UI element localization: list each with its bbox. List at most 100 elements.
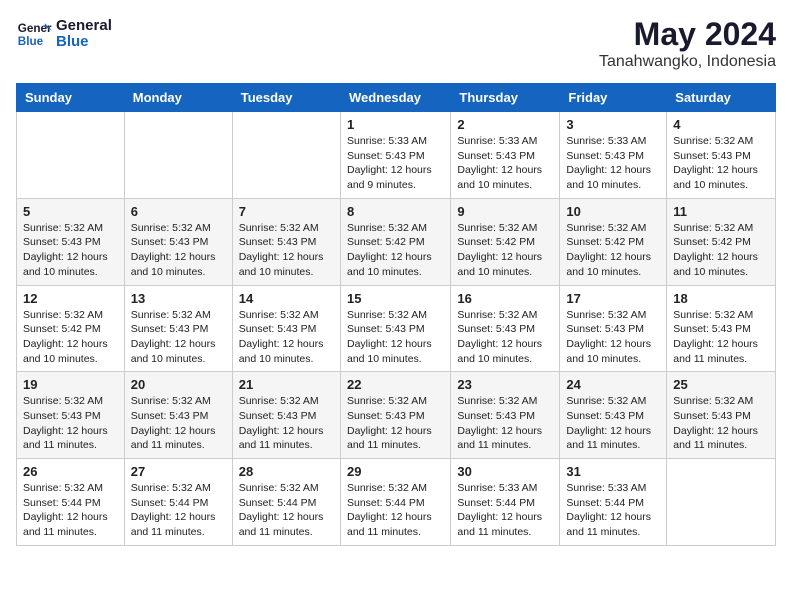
day-number: 11 — [673, 204, 769, 219]
calendar-cell-w3-d5: 16Sunrise: 5:32 AMSunset: 5:43 PMDayligh… — [451, 285, 560, 372]
day-info: Sunrise: 5:32 AMSunset: 5:42 PMDaylight:… — [347, 221, 444, 280]
title-area: May 2024 Tanahwangko, Indonesia — [599, 16, 776, 71]
day-number: 6 — [131, 204, 226, 219]
calendar-cell-w5-d7 — [667, 459, 776, 546]
week-row-5: 26 Sunrise: 5:32 AMSunset: 5:44 PMDayligh… — [17, 459, 776, 546]
day-number: 29 — [347, 464, 444, 479]
logo: General Blue General Blue — [16, 16, 112, 52]
header-monday: Monday — [124, 84, 232, 112]
day-number: 23 — [457, 377, 553, 392]
week-row-4: 19 Sunrise: 5:32 AMSunset: 5:43 PMDayligh… — [17, 372, 776, 459]
day-number: 26 — [23, 464, 118, 479]
day-number: 22 — [347, 377, 444, 392]
calendar-cell-w5-d2: 27 Sunrise: 5:32 AMSunset: 5:44 PMDayligh… — [124, 459, 232, 546]
day-info: Sunrise: 5:32 AMSunset: 5:43 PMDaylight:… — [23, 221, 118, 280]
calendar-cell-w4-d4: 22 Sunrise: 5:32 AMSunset: 5:43 PMDayligh… — [340, 372, 450, 459]
day-number: 20 — [131, 377, 226, 392]
header-wednesday: Wednesday — [340, 84, 450, 112]
calendar-cell-w1-d4: 1Sunrise: 5:33 AMSunset: 5:43 PMDaylight… — [340, 112, 450, 199]
month-title: May 2024 — [599, 16, 776, 53]
day-number: 5 — [23, 204, 118, 219]
day-info: Sunrise: 5:32 AMSunset: 5:43 PMDaylight:… — [239, 394, 334, 453]
calendar-cell-w2-d3: 7 Sunrise: 5:32 AMSunset: 5:43 PMDaylight… — [232, 198, 340, 285]
header-friday: Friday — [560, 84, 667, 112]
day-info: Sunrise: 5:33 AMSunset: 5:44 PMDaylight:… — [566, 481, 660, 540]
day-info: Sunrise: 5:32 AMSunset: 5:43 PMDaylight:… — [347, 308, 444, 367]
day-info: Sunrise: 5:32 AMSunset: 5:43 PMDaylight:… — [566, 308, 660, 367]
calendar-cell-w3-d1: 12 Sunrise: 5:32 AMSunset: 5:42 PMDayligh… — [17, 285, 125, 372]
calendar-table: Sunday Monday Tuesday Wednesday Thursday… — [16, 83, 776, 546]
day-info: Sunrise: 5:32 AMSunset: 5:42 PMDaylight:… — [23, 308, 118, 367]
calendar-cell-w1-d1 — [17, 112, 125, 199]
calendar-cell-w2-d7: 11 Sunrise: 5:32 AMSunset: 5:42 PMDayligh… — [667, 198, 776, 285]
day-info: Sunrise: 5:32 AMSunset: 5:43 PMDaylight:… — [23, 394, 118, 453]
calendar-cell-w1-d7: 4Sunrise: 5:32 AMSunset: 5:43 PMDaylight… — [667, 112, 776, 199]
day-number: 31 — [566, 464, 660, 479]
calendar-cell-w1-d6: 3Sunrise: 5:33 AMSunset: 5:43 PMDaylight… — [560, 112, 667, 199]
day-info: Sunrise: 5:32 AMSunset: 5:42 PMDaylight:… — [566, 221, 660, 280]
day-info: Sunrise: 5:32 AMSunset: 5:43 PMDaylight:… — [347, 394, 444, 453]
calendar-cell-w3-d3: 14Sunrise: 5:32 AMSunset: 5:43 PMDayligh… — [232, 285, 340, 372]
weekday-header-row: Sunday Monday Tuesday Wednesday Thursday… — [17, 84, 776, 112]
calendar-cell-w3-d7: 18 Sunrise: 5:32 AMSunset: 5:43 PMDayligh… — [667, 285, 776, 372]
day-info: Sunrise: 5:32 AMSunset: 5:43 PMDaylight:… — [131, 221, 226, 280]
header-tuesday: Tuesday — [232, 84, 340, 112]
day-info: Sunrise: 5:32 AMSunset: 5:44 PMDaylight:… — [131, 481, 226, 540]
day-info: Sunrise: 5:32 AMSunset: 5:43 PMDaylight:… — [131, 308, 226, 367]
day-number: 9 — [457, 204, 553, 219]
calendar-cell-w3-d6: 17 Sunrise: 5:32 AMSunset: 5:43 PMDayligh… — [560, 285, 667, 372]
svg-text:General: General — [18, 22, 52, 35]
day-info: Sunrise: 5:32 AMSunset: 5:44 PMDaylight:… — [23, 481, 118, 540]
day-number: 27 — [131, 464, 226, 479]
calendar-cell-w1-d5: 2 Sunrise: 5:33 AMSunset: 5:43 PMDaylight… — [451, 112, 560, 199]
calendar-cell-w5-d5: 30Sunrise: 5:33 AMSunset: 5:44 PMDayligh… — [451, 459, 560, 546]
calendar-cell-w4-d3: 21 Sunrise: 5:32 AMSunset: 5:43 PMDayligh… — [232, 372, 340, 459]
logo-icon: General Blue — [16, 16, 52, 52]
location-title: Tanahwangko, Indonesia — [599, 53, 776, 71]
day-number: 21 — [239, 377, 334, 392]
calendar-cell-w2-d6: 10Sunrise: 5:32 AMSunset: 5:42 PMDayligh… — [560, 198, 667, 285]
day-number: 28 — [239, 464, 334, 479]
week-row-1: 1Sunrise: 5:33 AMSunset: 5:43 PMDaylight… — [17, 112, 776, 199]
calendar-cell-w4-d1: 19 Sunrise: 5:32 AMSunset: 5:43 PMDayligh… — [17, 372, 125, 459]
calendar-cell-w4-d6: 24Sunrise: 5:32 AMSunset: 5:43 PMDayligh… — [560, 372, 667, 459]
day-number: 7 — [239, 204, 334, 219]
calendar-cell-w5-d4: 29 Sunrise: 5:32 AMSunset: 5:44 PMDayligh… — [340, 459, 450, 546]
day-info: Sunrise: 5:32 AMSunset: 5:43 PMDaylight:… — [673, 308, 769, 367]
day-number: 2 — [457, 117, 553, 132]
day-info: Sunrise: 5:33 AMSunset: 5:43 PMDaylight:… — [566, 134, 660, 193]
calendar-cell-w4-d7: 25 Sunrise: 5:32 AMSunset: 5:43 PMDayligh… — [667, 372, 776, 459]
week-row-2: 5 Sunrise: 5:32 AMSunset: 5:43 PMDaylight… — [17, 198, 776, 285]
calendar-cell-w5-d6: 31 Sunrise: 5:33 AMSunset: 5:44 PMDayligh… — [560, 459, 667, 546]
day-info: Sunrise: 5:32 AMSunset: 5:42 PMDaylight:… — [673, 221, 769, 280]
day-info: Sunrise: 5:32 AMSunset: 5:43 PMDaylight:… — [131, 394, 226, 453]
day-info: Sunrise: 5:33 AMSunset: 5:43 PMDaylight:… — [457, 134, 553, 193]
day-info: Sunrise: 5:33 AMSunset: 5:43 PMDaylight:… — [347, 134, 444, 193]
day-number: 19 — [23, 377, 118, 392]
calendar-cell-w2-d5: 9 Sunrise: 5:32 AMSunset: 5:42 PMDaylight… — [451, 198, 560, 285]
calendar-cell-w1-d2 — [124, 112, 232, 199]
day-number: 15 — [347, 291, 444, 306]
day-number: 17 — [566, 291, 660, 306]
day-info: Sunrise: 5:32 AMSunset: 5:43 PMDaylight:… — [673, 394, 769, 453]
calendar-cell-w4-d2: 20 Sunrise: 5:32 AMSunset: 5:43 PMDayligh… — [124, 372, 232, 459]
header-thursday: Thursday — [451, 84, 560, 112]
calendar-cell-w4-d5: 23Sunrise: 5:32 AMSunset: 5:43 PMDayligh… — [451, 372, 560, 459]
calendar-cell-w2-d1: 5 Sunrise: 5:32 AMSunset: 5:43 PMDaylight… — [17, 198, 125, 285]
week-row-3: 12 Sunrise: 5:32 AMSunset: 5:42 PMDayligh… — [17, 285, 776, 372]
calendar-cell-w3-d4: 15 Sunrise: 5:32 AMSunset: 5:43 PMDayligh… — [340, 285, 450, 372]
calendar-cell-w5-d1: 26 Sunrise: 5:32 AMSunset: 5:44 PMDayligh… — [17, 459, 125, 546]
day-number: 18 — [673, 291, 769, 306]
day-number: 24 — [566, 377, 660, 392]
calendar-cell-w2-d2: 6 Sunrise: 5:32 AMSunset: 5:43 PMDaylight… — [124, 198, 232, 285]
svg-text:Blue: Blue — [18, 35, 44, 48]
header-saturday: Saturday — [667, 84, 776, 112]
day-number: 12 — [23, 291, 118, 306]
day-info: Sunrise: 5:32 AMSunset: 5:43 PMDaylight:… — [673, 134, 769, 193]
day-info: Sunrise: 5:32 AMSunset: 5:42 PMDaylight:… — [457, 221, 553, 280]
day-info: Sunrise: 5:32 AMSunset: 5:43 PMDaylight:… — [239, 221, 334, 280]
day-info: Sunrise: 5:32 AMSunset: 5:43 PMDaylight:… — [239, 308, 334, 367]
calendar-cell-w1-d3 — [232, 112, 340, 199]
day-info: Sunrise: 5:32 AMSunset: 5:44 PMDaylight:… — [347, 481, 444, 540]
day-number: 25 — [673, 377, 769, 392]
